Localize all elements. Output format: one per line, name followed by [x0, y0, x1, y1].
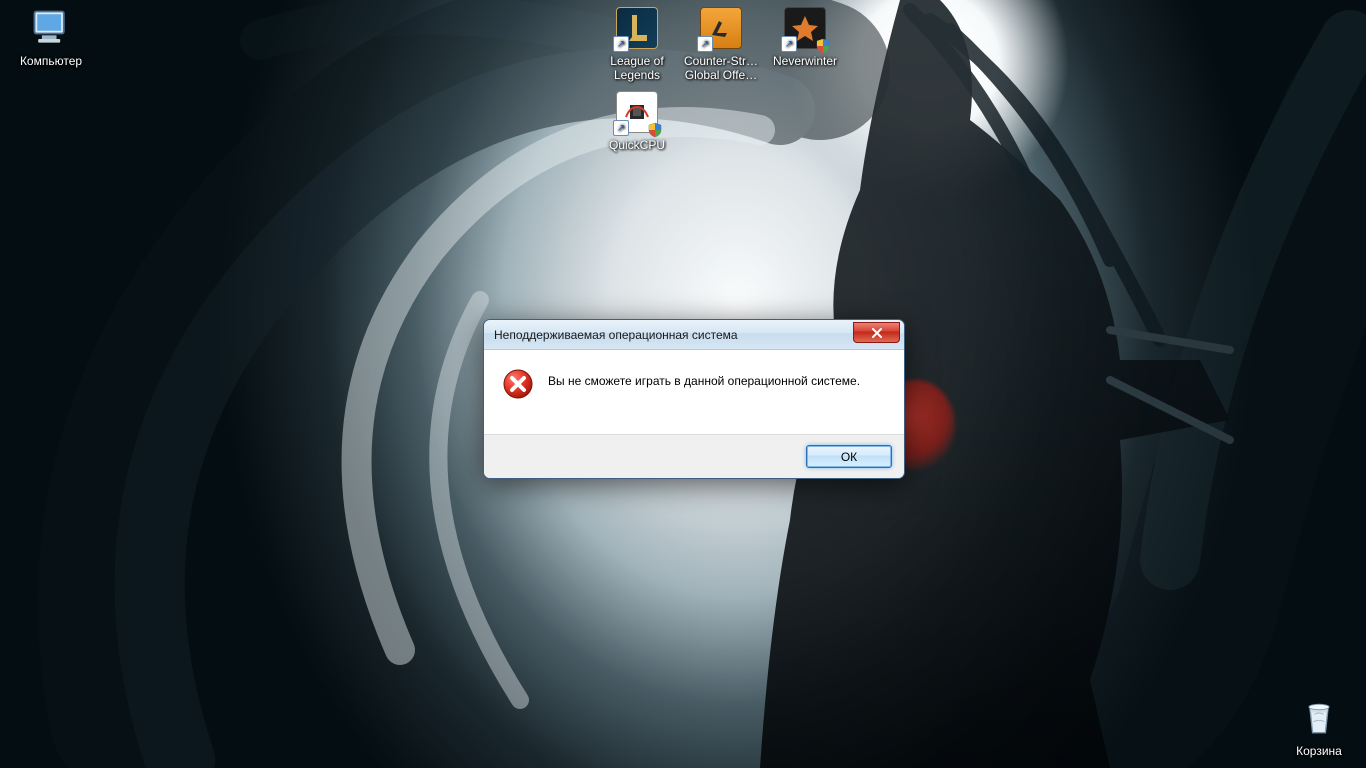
desktop-icon-label: Корзина	[1280, 744, 1358, 758]
csgo-icon: ↗	[697, 4, 745, 52]
desktop-icon-computer[interactable]: Компьютер	[12, 4, 90, 68]
computer-icon	[27, 4, 75, 52]
shortcut-arrow-icon: ↗	[613, 36, 629, 52]
dialog-button-row: ОК	[484, 434, 904, 478]
desktop-icon-league-of-legends[interactable]: ↗ League of Legends	[598, 4, 676, 82]
shortcut-arrow-icon: ↗	[697, 36, 713, 52]
desktop-icon-label: League of Legends	[598, 54, 676, 82]
desktop-icon-neverwinter[interactable]: ↗ Neverwinter	[766, 4, 844, 68]
neverwinter-icon: ↗	[781, 4, 829, 52]
desktop-icon-label: Neverwinter	[766, 54, 844, 68]
dialog-body: Вы не сможете играть в данной операционн…	[484, 350, 904, 434]
uac-shield-icon	[815, 38, 831, 54]
desktop-icon-label: Counter-Str… Global Offe…	[682, 54, 760, 82]
desktop-icon-recycle-bin[interactable]: Корзина	[1280, 694, 1358, 758]
desktop-icon-csgo[interactable]: ↗ Counter-Str… Global Offe…	[682, 4, 760, 82]
dialog-message: Вы не сможете играть в данной операционн…	[548, 368, 860, 388]
desktop-icon-quickcpu[interactable]: ↗ QuickCPU	[598, 88, 676, 152]
league-of-legends-icon: ↗	[613, 4, 661, 52]
uac-shield-icon	[647, 122, 663, 138]
quickcpu-icon: ↗	[613, 88, 661, 136]
error-icon	[502, 368, 534, 400]
recycle-bin-icon	[1295, 694, 1343, 742]
ok-button[interactable]: ОК	[806, 445, 892, 468]
dialog-titlebar[interactable]: Неподдерживаемая операционная система	[484, 320, 904, 350]
dialog-close-button[interactable]	[853, 322, 900, 343]
desktop-icon-label: Компьютер	[12, 54, 90, 68]
desktop-icon-label: QuickCPU	[598, 138, 676, 152]
shortcut-arrow-icon: ↗	[781, 36, 797, 52]
error-dialog: Неподдерживаемая операционная система	[483, 319, 905, 479]
close-icon	[871, 328, 883, 338]
dialog-title: Неподдерживаемая операционная система	[494, 328, 853, 342]
shortcut-arrow-icon: ↗	[613, 120, 629, 136]
